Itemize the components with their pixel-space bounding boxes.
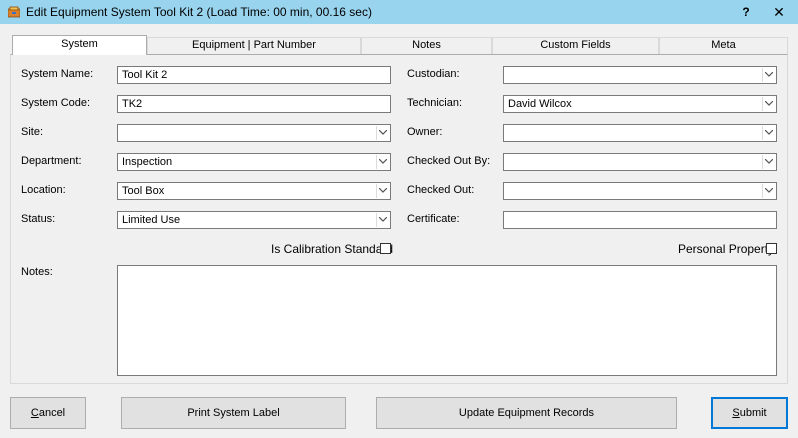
submit-label: ubmit [739,407,767,419]
cancel-button[interactable]: Cancel [10,397,86,429]
checked-out-label: Checked Out: [407,184,475,196]
notes-label: Notes: [21,266,53,278]
department-label: Department: [21,155,82,167]
system-name-input[interactable]: Tool Kit 2 [117,66,391,84]
technician-value: David Wilcox [508,98,572,110]
tab-notes[interactable]: Notes [361,37,492,54]
tab-strip: System Equipment | Part Number Notes Cus… [10,35,788,55]
certificate-label: Certificate: [407,213,460,225]
notes-textarea[interactable] [117,265,777,376]
location-label: Location: [21,184,66,196]
custodian-select[interactable] [503,66,777,84]
site-label: Site: [21,126,44,138]
owner-select[interactable] [503,124,777,142]
department-value: Inspection [122,156,173,168]
app-icon [7,6,21,18]
chevron-down-icon[interactable] [762,126,775,140]
update-equipment-records-button[interactable]: Update Equipment Records [376,397,677,429]
chevron-down-icon[interactable] [376,155,389,169]
department-select[interactable]: Inspection [117,153,391,171]
site-select[interactable] [117,124,391,142]
chevron-down-icon[interactable] [762,68,775,82]
tab-system[interactable]: System [12,35,147,55]
checked-out-select[interactable] [503,182,777,200]
status-label: Status: [21,213,56,225]
chevron-down-icon[interactable] [762,155,775,169]
system-code-input[interactable]: TK2 [117,95,391,113]
personal-property-checkbox[interactable] [766,243,777,254]
technician-label: Technician: [407,97,463,109]
system-name-label: System Name: [21,68,94,80]
tab-custom-fields[interactable]: Custom Fields [492,37,659,54]
title-bar: Edit Equipment System Tool Kit 2 (Load T… [0,0,798,24]
certificate-input[interactable] [503,211,777,229]
personal-property-label: Personal Property [678,242,775,256]
chevron-down-icon[interactable] [376,184,389,198]
chevron-down-icon[interactable] [376,213,389,227]
tab-equipment-part-number[interactable]: Equipment | Part Number [147,37,361,54]
location-value: Tool Box [122,185,165,197]
status-value: Limited Use [122,214,181,226]
is-calibration-standard-checkbox[interactable] [380,243,391,254]
window-title: Edit Equipment System Tool Kit 2 (Load T… [26,5,372,19]
is-calibration-standard-label: Is Calibration Standard [271,242,394,256]
submit-button[interactable]: Submit [711,397,788,429]
cancel-mnemonic: C [30,407,39,419]
owner-label: Owner: [407,126,443,138]
status-select[interactable]: Limited Use [117,211,391,229]
system-code-label: System Code: [21,97,91,109]
chevron-down-icon[interactable] [376,126,389,140]
checked-out-by-label: Checked Out By: [407,155,491,167]
chevron-down-icon[interactable] [762,97,775,111]
checked-out-by-select[interactable] [503,153,777,171]
close-button[interactable]: ✕ [768,3,790,21]
location-select[interactable]: Tool Box [117,182,391,200]
technician-select[interactable]: David Wilcox [503,95,777,113]
cancel-label: ancel [38,407,66,419]
chevron-down-icon[interactable] [762,184,775,198]
help-button[interactable]: ? [736,3,756,21]
submit-mnemonic: S [732,407,740,419]
custodian-label: Custodian: [407,68,460,80]
tab-meta[interactable]: Meta [659,37,788,54]
print-system-label-button[interactable]: Print System Label [121,397,346,429]
